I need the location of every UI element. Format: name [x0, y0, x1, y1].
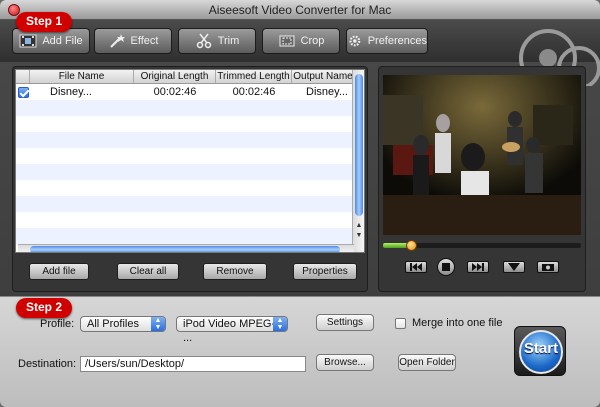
- column-header-original-length[interactable]: Original Length: [134, 70, 216, 83]
- select-arrows-icon: ▲ ▼: [273, 317, 287, 331]
- camera-icon: [542, 264, 554, 271]
- seek-knob[interactable]: [405, 240, 417, 251]
- magic-wand-icon: [109, 34, 125, 48]
- effect-button[interactable]: Effect: [94, 28, 172, 54]
- window-title: Aiseesoft Video Converter for Mac: [208, 3, 392, 17]
- empty-row: [16, 212, 364, 228]
- checkbox-column-header: [16, 70, 30, 83]
- trim-button[interactable]: Trim: [178, 28, 256, 54]
- empty-row: [16, 180, 364, 196]
- crop-button[interactable]: Crop: [262, 28, 340, 54]
- add-file-button[interactable]: Add file: [29, 263, 89, 280]
- start-button[interactable]: Start: [514, 326, 566, 376]
- row-checkbox[interactable]: [17, 86, 29, 98]
- output-name-cell: Disney...: [306, 86, 348, 98]
- crop-label: Crop: [300, 35, 325, 47]
- volume-button[interactable]: [503, 261, 525, 273]
- profile-label: Profile:: [40, 318, 75, 330]
- profile-format-select[interactable]: iPod Video MPEG-4 ... ▲ ▼: [176, 316, 288, 344]
- empty-row: [16, 100, 364, 116]
- vertical-scroll-thumb[interactable]: [355, 74, 363, 216]
- table-header: File Name Original Length Trimmed Length…: [16, 70, 364, 84]
- stop-button[interactable]: [437, 258, 455, 276]
- column-header-trimmed-length[interactable]: Trimmed Length: [216, 70, 292, 83]
- empty-row: [16, 132, 364, 148]
- empty-row: [16, 148, 364, 164]
- gear-icon: [349, 35, 361, 47]
- original-length-cell: 00:02:46: [153, 86, 197, 98]
- snapshot-button[interactable]: [537, 261, 559, 273]
- destination-label: Destination:: [18, 358, 77, 370]
- scissors-icon: [196, 33, 211, 49]
- skip-forward-icon: [472, 263, 484, 271]
- table-row[interactable]: Disney... 00:02:46 00:02:46 Disney...: [16, 84, 364, 100]
- horizontal-scroll-thumb[interactable]: [30, 246, 340, 252]
- trim-label: Trim: [217, 35, 240, 47]
- horizontal-scrollbar[interactable]: [18, 244, 354, 252]
- empty-row: [16, 196, 364, 212]
- properties-button[interactable]: Properties: [293, 263, 357, 280]
- step-1-badge: Step 1: [16, 12, 73, 32]
- output-settings: [0, 296, 600, 407]
- column-header-file-name[interactable]: File Name: [30, 70, 134, 83]
- seek-bar[interactable]: [383, 240, 581, 251]
- open-folder-button[interactable]: Open Folder: [398, 354, 456, 371]
- film-icon: [19, 34, 37, 48]
- select-arrows-icon: ▲ ▼: [151, 317, 165, 331]
- add-file-label: Add File: [42, 35, 83, 47]
- preferences-label: Preferences: [367, 35, 427, 47]
- merge-checkbox[interactable]: [395, 318, 406, 329]
- trimmed-length-cell: 00:02:46: [232, 86, 276, 98]
- empty-row: [16, 116, 364, 132]
- effect-label: Effect: [130, 35, 159, 47]
- file-name-cell: Disney...: [50, 86, 92, 98]
- forward-button[interactable]: [467, 261, 489, 273]
- destination-path-input[interactable]: /Users/sun/Desktop/: [80, 356, 306, 372]
- settings-button[interactable]: Settings: [316, 314, 374, 331]
- volume-icon: [508, 263, 520, 271]
- skip-back-icon: [410, 263, 422, 271]
- table-rows: Disney... 00:02:46 00:02:46 Disney...: [16, 84, 364, 244]
- step-2-badge: Step 2: [16, 298, 73, 318]
- start-label: Start: [523, 340, 559, 357]
- stop-icon: [442, 263, 450, 271]
- empty-row: [16, 164, 364, 180]
- clear-all-button[interactable]: Clear all: [117, 263, 179, 280]
- scroll-up-arrow-icon[interactable]: ▲: [355, 222, 363, 230]
- preview-panel: [378, 66, 586, 292]
- profile-category-select[interactable]: All Profiles ▲ ▼: [80, 316, 166, 332]
- merge-label: Merge into one file: [412, 317, 503, 329]
- empty-row: [16, 228, 364, 244]
- file-list-table: File Name Original Length Trimmed Length…: [15, 69, 365, 253]
- scroll-down-arrow-icon[interactable]: ▼: [355, 232, 363, 240]
- app-window: Aiseesoft Video Converter for Mac Add Fi…: [0, 0, 600, 407]
- column-header-output-name[interactable]: Output Name: [292, 70, 354, 83]
- profile-category-value: All Profiles: [87, 318, 139, 330]
- video-preview: [383, 75, 581, 235]
- preferences-button[interactable]: Preferences: [346, 28, 428, 54]
- rewind-button[interactable]: [405, 261, 427, 273]
- remove-button[interactable]: Remove: [203, 263, 267, 280]
- file-list-panel: File Name Original Length Trimmed Length…: [12, 66, 368, 292]
- video-frame-image: [383, 75, 581, 235]
- vertical-scrollbar[interactable]: ▲ ▼: [352, 70, 364, 252]
- crop-icon: [279, 35, 295, 47]
- browse-button[interactable]: Browse...: [316, 354, 374, 371]
- title-bar: Aiseesoft Video Converter for Mac: [0, 0, 600, 20]
